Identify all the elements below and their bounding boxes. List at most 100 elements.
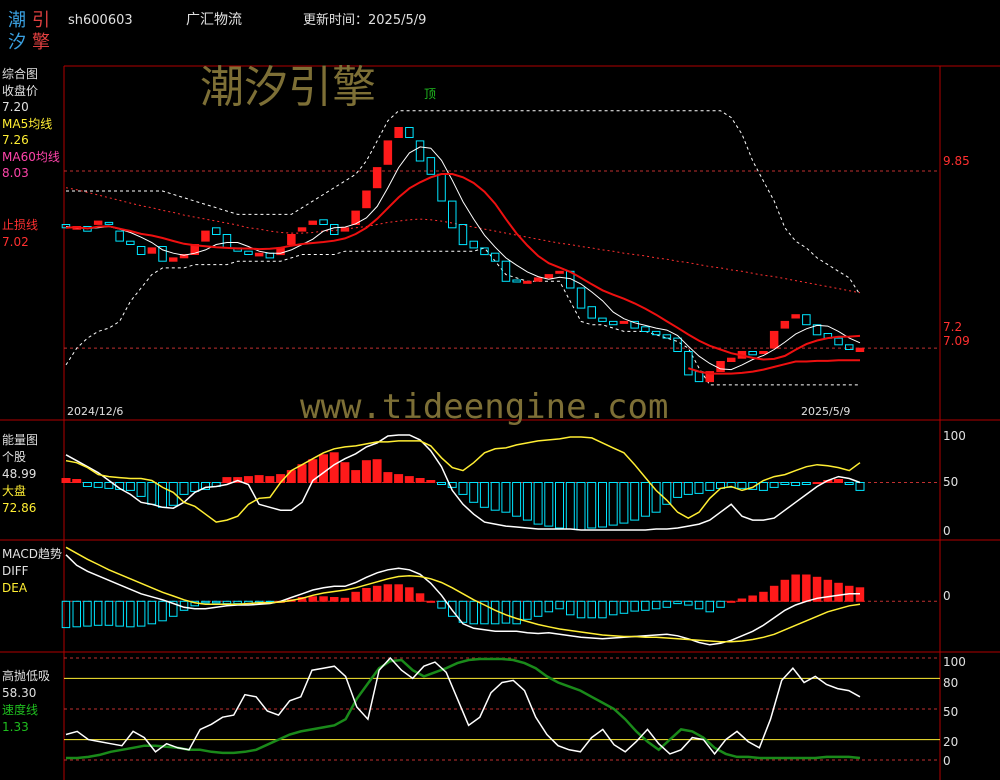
candle bbox=[641, 326, 650, 332]
macd-tick-0: 0 bbox=[943, 589, 951, 603]
candle bbox=[587, 306, 596, 319]
energy-bar bbox=[608, 482, 618, 526]
macd-bar bbox=[609, 600, 618, 616]
candle bbox=[115, 230, 124, 242]
candle bbox=[834, 337, 843, 346]
candle bbox=[244, 250, 253, 255]
stock-chart[interactable]: 潮 引 汐 擎 sh600603 广汇物流 更新时间：2025/5/9 潮汐引擎… bbox=[0, 0, 1000, 780]
x-start-label: 2024/12/6 bbox=[67, 405, 123, 418]
candle bbox=[169, 257, 178, 262]
macd-bar bbox=[705, 600, 714, 613]
watermark-url: www.tideengine.com bbox=[300, 387, 668, 427]
macd-bar bbox=[319, 596, 328, 602]
energy-bar bbox=[437, 482, 446, 485]
energy-bar bbox=[533, 482, 543, 525]
candle bbox=[448, 200, 457, 229]
macd-bar bbox=[694, 600, 704, 610]
swing-tick-80: 80 bbox=[943, 676, 958, 690]
swing-tick-20: 20 bbox=[943, 735, 958, 749]
candle bbox=[662, 334, 672, 339]
energy-bar bbox=[501, 482, 511, 513]
candle bbox=[544, 274, 554, 279]
energy-bar bbox=[705, 482, 715, 491]
macd-bar bbox=[362, 588, 371, 602]
candle bbox=[523, 280, 532, 284]
macd-bar bbox=[426, 600, 436, 603]
energy-bar bbox=[565, 482, 575, 530]
logo-char-3: 汐 bbox=[8, 32, 26, 53]
macd-bar bbox=[340, 597, 350, 602]
energy-bar bbox=[72, 479, 82, 483]
y-tick-9-85: 9.85 bbox=[943, 154, 970, 168]
candle bbox=[533, 277, 543, 282]
energy-bar bbox=[404, 476, 414, 484]
swing-tick-0: 0 bbox=[943, 754, 951, 768]
energy-bar bbox=[383, 472, 393, 484]
candle bbox=[158, 246, 167, 262]
energy-bar bbox=[254, 475, 264, 484]
energy-bar bbox=[361, 460, 371, 484]
watermark-brand: 潮汐引擎 bbox=[200, 62, 376, 113]
macd-bar bbox=[415, 593, 425, 602]
macd-bar bbox=[684, 600, 693, 606]
stock-code: sh600603 bbox=[68, 13, 133, 28]
candle bbox=[222, 234, 232, 249]
candle bbox=[415, 140, 425, 162]
candle bbox=[490, 252, 500, 262]
energy-tick-50: 50 bbox=[943, 475, 958, 489]
energy-bar bbox=[855, 482, 865, 491]
macd-bar bbox=[523, 600, 532, 620]
energy-bar bbox=[82, 482, 92, 487]
macd-bar bbox=[458, 600, 468, 623]
candle bbox=[512, 279, 521, 283]
candle bbox=[308, 220, 317, 225]
energy-bar bbox=[179, 482, 189, 495]
y-tick-7-09: 7.09 bbox=[943, 334, 970, 348]
energy-bar bbox=[147, 482, 157, 505]
macd-bar bbox=[147, 600, 157, 625]
legend-close-value: 7.20 bbox=[2, 100, 29, 114]
macd-bar bbox=[501, 600, 511, 624]
candle bbox=[265, 252, 275, 259]
energy-bar bbox=[490, 482, 500, 511]
energy-bar bbox=[286, 470, 296, 484]
energy-bar bbox=[243, 476, 253, 484]
candle bbox=[93, 220, 103, 225]
legend-ma5-label: MA5均线 bbox=[2, 117, 52, 131]
legend-speed-value: 1.33 bbox=[2, 720, 29, 734]
energy-bar bbox=[265, 476, 275, 484]
macd-bar bbox=[437, 600, 446, 609]
stock-name: 广汇物流 bbox=[186, 12, 242, 28]
macd-bar bbox=[769, 585, 779, 602]
ma60-line bbox=[65, 187, 861, 294]
candle bbox=[319, 219, 328, 226]
legend-speed-label: 速度线 bbox=[2, 702, 38, 717]
swing-tick-50: 50 bbox=[943, 705, 958, 719]
energy-bar bbox=[222, 477, 232, 484]
candle bbox=[780, 320, 790, 329]
energy-bar bbox=[640, 482, 650, 517]
energy-tick-100: 100 bbox=[943, 429, 966, 443]
macd-bar bbox=[533, 600, 543, 617]
macd-bar bbox=[72, 600, 81, 628]
macd-bar bbox=[233, 600, 242, 605]
energy-panel: 能量图 个股 48.99 大盘 72.86 100 50 0 bbox=[2, 429, 966, 538]
macd-bar bbox=[93, 600, 103, 626]
macd-bar bbox=[212, 600, 221, 604]
candle bbox=[426, 157, 436, 175]
energy-bar bbox=[844, 482, 854, 485]
stop-loss-line bbox=[687, 359, 860, 375]
candle bbox=[201, 230, 210, 242]
energy-bar bbox=[598, 482, 607, 528]
macd-bar bbox=[662, 600, 672, 608]
candle bbox=[759, 351, 768, 354]
energy-bar bbox=[555, 482, 564, 529]
energy-bar bbox=[737, 482, 747, 489]
macd-bar bbox=[598, 600, 607, 619]
energy-bar bbox=[479, 482, 489, 508]
macd-bar bbox=[469, 600, 478, 625]
candle bbox=[212, 227, 221, 236]
candle bbox=[287, 234, 296, 245]
y-tick-7-2: 7.2 bbox=[943, 320, 962, 334]
candle bbox=[845, 344, 854, 350]
